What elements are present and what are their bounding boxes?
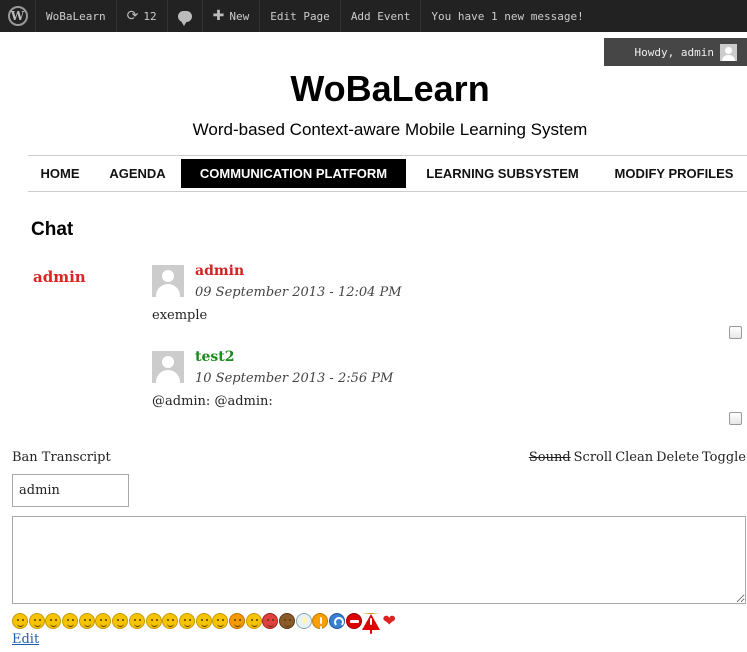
warning-icon[interactable]: [362, 613, 381, 630]
grin-icon[interactable]: [78, 613, 95, 629]
message-select-checkbox[interactable]: [729, 326, 742, 339]
monkey-icon[interactable]: [279, 613, 295, 629]
message-select-checkbox[interactable]: [729, 412, 742, 425]
cry-icon[interactable]: [212, 613, 229, 629]
message-time: 09 September 2013 - 12:04 PM: [195, 285, 402, 300]
chat-message-input[interactable]: [12, 516, 746, 604]
avatar: [152, 265, 184, 297]
ban-transcript-link[interactable]: Ban Transcript: [12, 450, 111, 465]
wordpress-icon: W: [7, 6, 28, 26]
idea-icon[interactable]: [295, 613, 312, 629]
emoticon-bar: [12, 611, 399, 631]
refresh-icon: ⟳: [126, 8, 139, 24]
sound-toggle[interactable]: Sound: [529, 450, 571, 465]
sad-icon[interactable]: [28, 613, 45, 629]
dizzy-icon[interactable]: [162, 613, 179, 629]
clean-button[interactable]: Clean: [615, 450, 653, 465]
heart-icon[interactable]: [382, 611, 398, 630]
confused-icon[interactable]: [128, 613, 145, 629]
no-entry-icon[interactable]: [345, 613, 362, 629]
message-time: 10 September 2013 - 2:56 PM: [195, 371, 394, 386]
chat-name-field[interactable]: [12, 474, 129, 507]
new-message-notice[interactable]: You have 1 new message!: [421, 0, 593, 32]
toggle-button[interactable]: Toggle: [702, 450, 746, 465]
nerd-icon[interactable]: [145, 613, 162, 629]
nav-learning-subsystem[interactable]: LEARNING SUBSYSTEM: [411, 159, 594, 188]
laugh-icon[interactable]: [195, 613, 212, 629]
add-event-link[interactable]: Add Event: [341, 0, 422, 32]
evil-icon[interactable]: [262, 613, 279, 629]
scroll-toggle[interactable]: Scroll: [574, 450, 613, 465]
question-icon[interactable]: [329, 613, 346, 629]
nav-communication-platform[interactable]: COMMUNICATION PLATFORM: [181, 159, 406, 188]
nav-modify-profiles[interactable]: MODIFY PROFILES: [601, 159, 747, 188]
wordpress-logo-button[interactable]: W: [0, 0, 36, 32]
plus-icon: ✚: [212, 8, 225, 24]
message-text: @admin: @admin:: [152, 394, 273, 409]
online-user[interactable]: admin: [33, 268, 86, 286]
nav-home[interactable]: HOME: [28, 159, 92, 188]
admin-bar: W WoBaLearn ⟳ 12 ✚ New Edit Page Add Eve…: [0, 0, 747, 32]
updates-button[interactable]: ⟳ 12: [117, 0, 168, 32]
wink-icon[interactable]: [45, 613, 62, 629]
nav-agenda[interactable]: AGENDA: [98, 159, 177, 188]
message-text: exemple: [152, 308, 208, 323]
surprised-icon[interactable]: [112, 613, 129, 629]
smile-icon[interactable]: [12, 613, 28, 629]
site-title[interactable]: WoBaLearn: [0, 68, 747, 110]
message-author[interactable]: test2: [195, 349, 234, 365]
message-author[interactable]: admin: [195, 263, 244, 279]
main-navigation: HOME AGENDA COMMUNICATION PLATFORM LEARN…: [28, 155, 747, 192]
cool-icon[interactable]: [178, 613, 195, 629]
neutral-icon[interactable]: [95, 613, 112, 629]
comments-button[interactable]: [168, 0, 203, 32]
updates-count: 12: [143, 9, 157, 23]
avatar: [152, 351, 184, 383]
comment-bubble-icon: [177, 10, 192, 26]
user-avatar-icon: [720, 43, 737, 61]
happy-icon[interactable]: [245, 613, 262, 629]
new-label: New: [229, 9, 250, 23]
edit-page-link[interactable]: Edit Page: [260, 0, 341, 32]
howdy-label: Howdy, admin: [634, 45, 714, 59]
exclamation-icon[interactable]: [312, 613, 329, 629]
delete-button[interactable]: Delete: [656, 450, 699, 465]
shocked-icon[interactable]: [228, 613, 245, 629]
site-name-link[interactable]: WoBaLearn: [36, 0, 117, 32]
chat-title: Chat: [31, 219, 74, 240]
new-content-button[interactable]: ✚ New: [203, 0, 261, 32]
edit-link[interactable]: Edit: [12, 632, 39, 647]
site-tagline: Word-based Context-aware Mobile Learning…: [192, 120, 588, 139]
account-menu[interactable]: Howdy, admin: [604, 38, 747, 66]
tongue-icon[interactable]: [62, 613, 79, 629]
chat-controls: Sound Scroll Clean Delete Toggle: [526, 450, 746, 465]
